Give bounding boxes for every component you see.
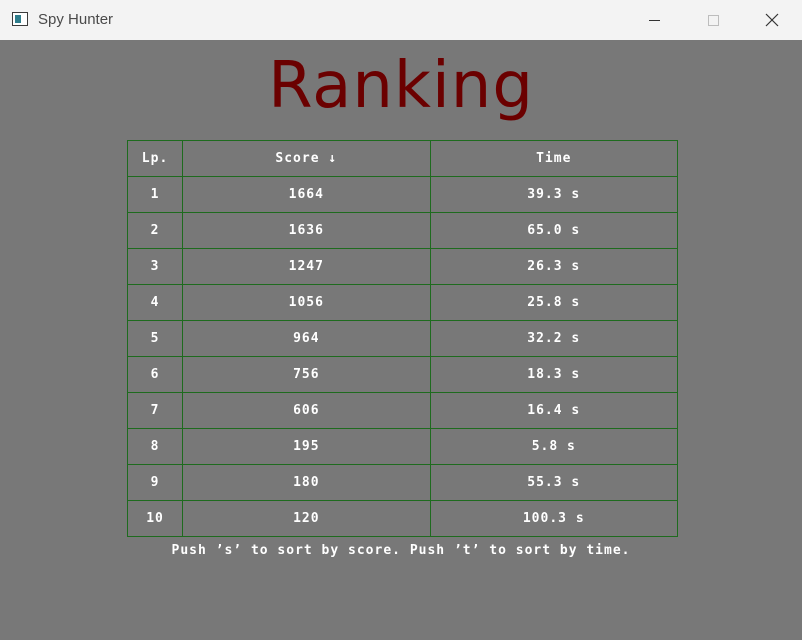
table-row: 4 1056 25.8 s (126, 284, 679, 321)
table-row: 8 195 5.8 s (126, 428, 679, 465)
table-row: 9 180 55.3 s (126, 464, 679, 501)
table-row: 3 1247 26.3 s (126, 248, 679, 285)
rank-cell: 7 (126, 392, 184, 429)
score-cell: 1247 (182, 248, 431, 285)
rank-cell: 8 (126, 428, 184, 465)
column-header-score: Score ↓ (182, 140, 431, 177)
score-cell: 606 (182, 392, 431, 429)
maximize-button[interactable] (684, 0, 742, 40)
close-icon (765, 13, 779, 27)
table-row: 5 964 32.2 s (126, 320, 679, 357)
maximize-icon (708, 15, 719, 26)
time-cell: 32.2 s (429, 320, 679, 357)
close-button[interactable] (743, 0, 801, 40)
ranking-heading: Ranking (268, 49, 534, 123)
rank-cell: 6 (126, 356, 184, 393)
sort-instructions: Push ’s’ to sort by score. Push ’t’ to s… (171, 543, 631, 558)
table-row: 2 1636 65.0 s (126, 212, 679, 249)
minimize-icon (649, 20, 660, 21)
time-cell: 39.3 s (429, 176, 679, 213)
minimize-button[interactable] (626, 0, 684, 40)
score-cell: 1636 (182, 212, 431, 249)
column-header-lp: Lp. (126, 140, 184, 177)
table-row: 7 606 16.4 s (126, 392, 679, 429)
time-cell: 65.0 s (429, 212, 679, 249)
score-cell: 195 (182, 428, 431, 465)
title-bar[interactable]: Spy Hunter (0, 0, 802, 40)
time-cell: 5.8 s (429, 428, 679, 465)
ranking-table: Lp. Score ↓ Time 1 1664 39.3 s 2 1636 65… (126, 140, 679, 537)
rank-cell: 2 (126, 212, 184, 249)
rank-cell: 3 (126, 248, 184, 285)
time-cell: 26.3 s (429, 248, 679, 285)
rank-cell: 9 (126, 464, 184, 501)
time-cell: 100.3 s (429, 500, 679, 537)
score-cell: 756 (182, 356, 431, 393)
rank-cell: 10 (126, 500, 184, 537)
game-canvas: Ranking Lp. Score ↓ Time 1 1664 39.3 s 2… (0, 40, 802, 640)
score-cell: 1056 (182, 284, 431, 321)
time-cell: 25.8 s (429, 284, 679, 321)
table-row: 1 1664 39.3 s (126, 176, 679, 213)
score-cell: 120 (182, 500, 431, 537)
time-cell: 55.3 s (429, 464, 679, 501)
time-cell: 18.3 s (429, 356, 679, 393)
table-header-row: Lp. Score ↓ Time (126, 140, 679, 177)
rank-cell: 5 (126, 320, 184, 357)
window-title: Spy Hunter (38, 11, 114, 28)
game-window: Spy Hunter Ranking Lp. Score ↓ Time 1 16… (0, 0, 802, 640)
table-row: 6 756 18.3 s (126, 356, 679, 393)
score-cell: 180 (182, 464, 431, 501)
time-cell: 16.4 s (429, 392, 679, 429)
app-window-icon (12, 12, 28, 26)
rank-cell: 4 (126, 284, 184, 321)
score-cell: 1664 (182, 176, 431, 213)
column-header-time: Time (429, 140, 679, 177)
table-row: 10 120 100.3 s (126, 500, 679, 537)
rank-cell: 1 (126, 176, 184, 213)
score-cell: 964 (182, 320, 431, 357)
